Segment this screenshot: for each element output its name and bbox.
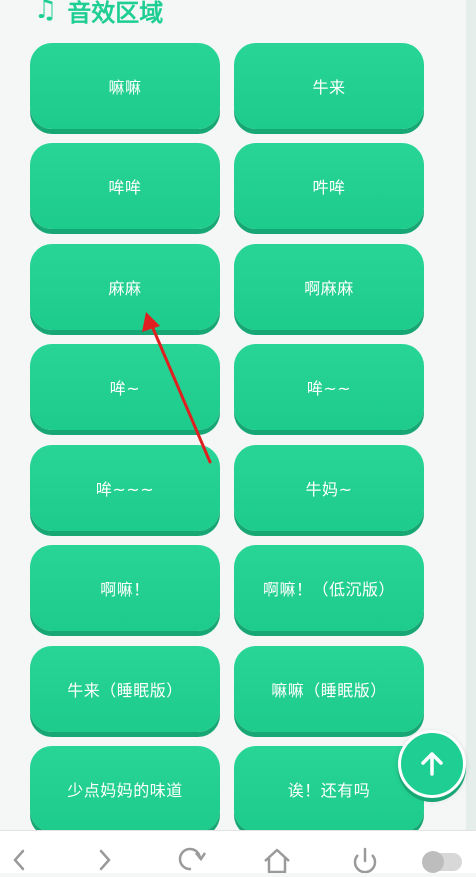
sound-button[interactable]: 诶！还有吗 xyxy=(234,746,424,832)
sound-button[interactable]: 牛来 xyxy=(234,43,424,129)
power-icon[interactable] xyxy=(350,847,380,877)
sound-button[interactable]: 啊嘛！（低沉版） xyxy=(234,545,424,631)
annotation-arrow xyxy=(142,312,212,464)
browser-nav-bar xyxy=(0,830,476,873)
scrollbar-track xyxy=(466,0,476,830)
section-title: 音效区域 xyxy=(67,0,164,27)
arrow-up-icon xyxy=(421,752,443,776)
sound-button[interactable]: 牛妈~ xyxy=(234,445,424,531)
sound-button[interactable]: 啊嘛！ xyxy=(30,545,220,631)
home-icon[interactable] xyxy=(262,847,292,877)
music-note-icon: ♫ xyxy=(34,0,58,25)
sound-button[interactable]: 牛来（睡眠版） xyxy=(30,646,220,732)
refresh-icon[interactable] xyxy=(176,847,206,877)
sound-button[interactable]: 啊麻麻 xyxy=(234,244,424,330)
forward-icon[interactable] xyxy=(90,847,120,877)
sound-button[interactable]: 哞~~~ xyxy=(30,445,220,531)
sound-button[interactable]: 少点妈妈的味道 xyxy=(30,746,220,832)
sound-button[interactable]: 嘛嘛（睡眠版） xyxy=(234,646,424,732)
sound-button[interactable]: 吽哞 xyxy=(234,143,424,229)
section-header: ♫ 音效区域 xyxy=(34,0,163,30)
sound-button[interactable]: 哞哞 xyxy=(30,143,220,229)
scroll-to-top-button[interactable] xyxy=(398,730,466,798)
sound-button[interactable]: 哞~ xyxy=(30,344,220,430)
sound-button[interactable]: 麻麻 xyxy=(30,244,220,330)
toggle-icon[interactable] xyxy=(420,847,466,877)
sound-button[interactable]: 嘛嘛 xyxy=(30,43,220,129)
sound-button[interactable]: 哞~~ xyxy=(234,344,424,430)
back-icon[interactable] xyxy=(4,847,34,877)
